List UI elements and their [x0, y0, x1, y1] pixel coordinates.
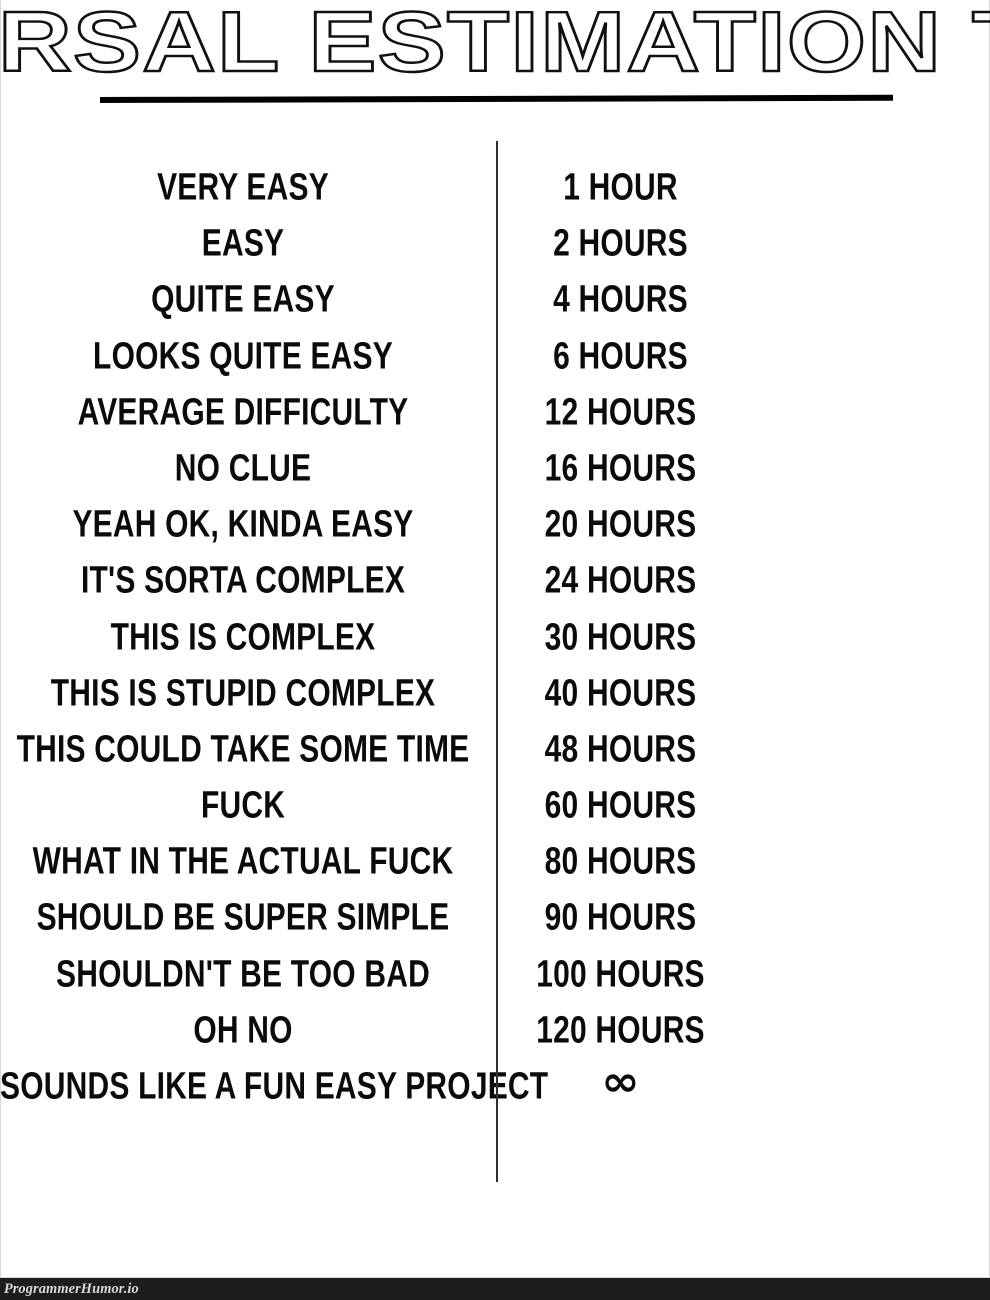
- table-row-difficulty: QUITE EASY: [0, 272, 496, 328]
- watermark-label: ProgrammerHumor.io: [3, 1280, 139, 1297]
- page-title-container: UNIVERSAL ESTIMATION TABLE: [0, 0, 990, 86]
- difficulty-column: VERY EASY EASY QUITE EASY LOOKS QUITE EASY A…: [0, 160, 548, 1115]
- table-row-estimate: ∞: [496, 1059, 990, 1115]
- title-underline-rule: [99, 94, 894, 103]
- watermark-bar: ProgrammerHumor.io: [0, 1278, 990, 1300]
- table-row-difficulty: IT'S SORTA COMPLEX: [0, 553, 496, 609]
- page-title: UNIVERSAL ESTIMATION TABLE: [0, 0, 990, 91]
- estimate-label: 120 HOURS: [536, 1009, 705, 1052]
- table-row-difficulty: SOUNDS LIKE A FUN EASY PROJECT: [0, 1059, 548, 1115]
- estimation-table: VERY EASY EASY QUITE EASY LOOKS QUITE EASY A…: [0, 160, 990, 1120]
- estimation-table-page: UNIVERSAL ESTIMATION TABLE VERY EASYEASY…: [0, 0, 990, 1300]
- column-divider: [496, 141, 498, 1182]
- difficulty-label: SOUNDS LIKE A FUN EASY PROJECT: [0, 1065, 549, 1108]
- estimate-column: 1 HOUR 2 HOURS 4 HOURS 6 HOURS 12 HOURS 16 HO…: [496, 160, 990, 1115]
- table-row-estimate: 120 HOURS: [496, 1003, 990, 1059]
- table-row-estimate: 4 HOURS: [496, 272, 990, 328]
- table-row-estimate: 24 HOURS: [496, 553, 990, 609]
- infinity-icon: ∞: [601, 1057, 640, 1106]
